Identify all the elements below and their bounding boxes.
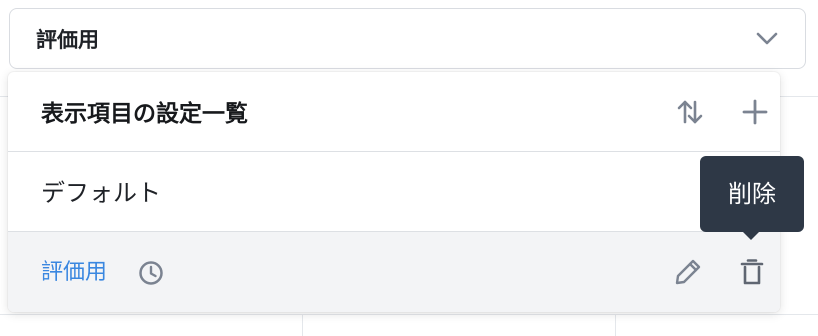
view-setting-list-panel: 表示項目の設定一覧 デフォルト 評価用 <box>8 72 780 312</box>
chevron-down-icon <box>756 32 778 45</box>
list-item-label: デフォルト <box>41 179 161 207</box>
delete-tooltip: 削除 <box>700 156 804 232</box>
select-current-value: 評価用 <box>36 28 99 52</box>
list-item-label: 評価用 <box>41 260 108 285</box>
list-item-evaluation[interactable]: 評価用 <box>8 232 780 312</box>
delete-button[interactable] <box>734 254 770 290</box>
view-setting-select[interactable]: 評価用 <box>9 8 806 69</box>
settings-view: 評価用 表示項目の設定一覧 デフォルト 評価用 削除 <box>0 0 818 336</box>
background-table-divider <box>302 314 303 336</box>
panel-header: 表示項目の設定一覧 <box>8 72 780 152</box>
sort-arrows-icon <box>677 100 703 124</box>
plus-icon <box>742 99 768 125</box>
list-item-default[interactable]: デフォルト <box>8 152 780 232</box>
background-table-divider <box>615 314 616 336</box>
tooltip-text: 削除 <box>728 180 776 208</box>
pencil-icon <box>675 259 701 285</box>
panel-title: 表示項目の設定一覧 <box>41 101 248 127</box>
tooltip-arrow <box>742 231 760 240</box>
clock-icon <box>139 261 163 285</box>
trash-icon <box>740 259 764 285</box>
sort-button[interactable] <box>672 94 708 130</box>
background-table-line <box>0 314 818 315</box>
edit-button[interactable] <box>670 254 706 290</box>
add-setting-button[interactable] <box>737 94 773 130</box>
